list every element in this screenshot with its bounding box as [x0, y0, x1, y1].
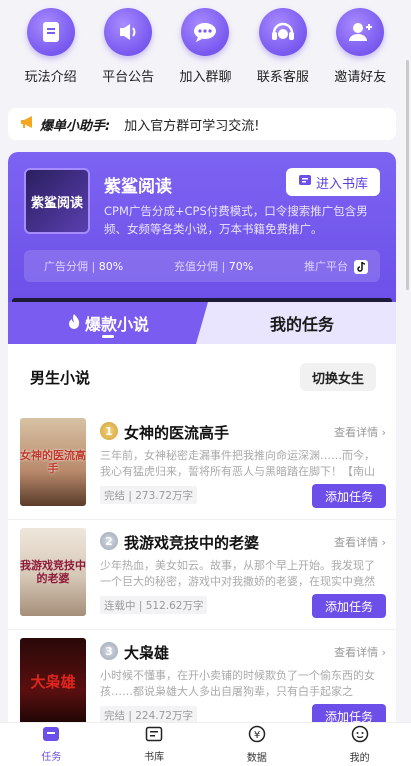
- task-icon: [42, 726, 60, 745]
- add-task-button[interactable]: 添加任务: [312, 594, 386, 618]
- book-title: 大枭雄: [124, 644, 170, 662]
- speaker-icon: [104, 8, 153, 56]
- view-details-link[interactable]: 查看详情 ›: [334, 644, 386, 660]
- shortcut-bar: 玩法介绍 平台公告 加入群聊 联系客服 邀请好友: [0, 0, 411, 100]
- list-header: 男生小说 切换女生: [8, 344, 396, 410]
- scrollbar[interactable]: [406, 60, 409, 290]
- book-meta: 连载中 | 512.62万字: [100, 596, 208, 614]
- shortcut-announcement[interactable]: 平台公告: [93, 8, 163, 100]
- book-icon: [298, 174, 312, 190]
- recharge-commission: 充值分佣 | 70%: [174, 260, 254, 273]
- commission-stats: 广告分佣 | 80% 充值分佣 | 70% 推广平台: [24, 250, 380, 282]
- shortcut-invite-friends[interactable]: 邀请好友: [325, 8, 395, 100]
- nav-data-label: 数据: [246, 753, 267, 764]
- switch-gender-button[interactable]: 切换女生: [299, 363, 376, 391]
- book-cover: 女神的医流高手: [20, 418, 86, 506]
- shortcut-label: 加入群聊: [179, 70, 232, 85]
- list-item[interactable]: 大枭雄 3 大枭雄 查看详情 › 小时候不懂事，在开小卖铺的时候欺负了一个偷东西…: [8, 630, 396, 722]
- bottom-navigation: 任务 书库 ¥ 数据 我的: [0, 722, 411, 766]
- shortcut-label: 邀请好友: [334, 70, 387, 85]
- nav-library[interactable]: 书库: [103, 723, 206, 766]
- data-yen-icon: ¥: [248, 725, 266, 746]
- enter-library-label: 进入书库: [315, 176, 368, 192]
- novel-list: 男生小说 切换女生 女神的医流高手 1 女神的医流高手 查看详情 › 三年前，女…: [8, 344, 396, 722]
- book-meta: 完结 | 273.72万字: [100, 486, 197, 504]
- shortcut-gameplay[interactable]: 玩法介绍: [16, 8, 86, 100]
- library-icon: [145, 726, 163, 745]
- book-description: 少年热血，美女如云。故事，从那个早上开始。我发现了一个巨大的秘密，游戏中对我撒娇…: [100, 559, 375, 588]
- rank-medal-icon: 2: [100, 532, 118, 550]
- ad-commission: 广告分佣 | 80%: [44, 260, 124, 273]
- shortcut-label: 平台公告: [102, 70, 155, 85]
- list-title: 男生小说: [30, 368, 91, 387]
- nav-tasks-label: 任务: [41, 752, 62, 763]
- notice-bar[interactable]: 爆单小助手: 加入官方群可学习交流!: [8, 108, 396, 140]
- tab-hot-novels-label: 爆款小说: [84, 315, 149, 334]
- app-description: CPM广告分成+CPS付费模式，口令搜索推广包含男频、女频等各类小说，万本书籍免…: [104, 204, 368, 236]
- profile-icon: [351, 725, 369, 746]
- shortcut-customer-service[interactable]: 联系客服: [248, 8, 318, 100]
- view-details-link[interactable]: 查看详情 ›: [334, 534, 386, 550]
- tiktok-icon: [354, 260, 368, 274]
- svg-text:¥: ¥: [254, 730, 260, 741]
- add-task-button[interactable]: 添加任务: [312, 704, 386, 722]
- nav-profile[interactable]: 我的: [308, 723, 411, 766]
- notice-message: 加入官方群可学习交流!: [124, 118, 260, 134]
- book-meta: 完结 | 224.72万字: [100, 706, 197, 722]
- promo-platform: 推广平台: [304, 258, 368, 274]
- enter-library-button[interactable]: 进入书库: [286, 168, 380, 196]
- rank-medal-icon: 1: [100, 422, 118, 440]
- notice-tag: 爆单小助手:: [40, 118, 111, 134]
- list-item[interactable]: 我游戏竞技中的老婆 2 我游戏竞技中的老婆 查看详情 › 少年热血，美女如云。故…: [8, 520, 396, 630]
- book-cover: 我游戏竞技中的老婆: [20, 528, 86, 616]
- shortcut-label: 玩法介绍: [24, 70, 77, 85]
- nav-data[interactable]: ¥ 数据: [206, 723, 309, 766]
- app-name: 紫鲨阅读: [104, 177, 172, 197]
- shortcut-label: 联系客服: [256, 70, 309, 85]
- rank-medal-icon: 3: [100, 642, 118, 660]
- list-item[interactable]: 女神的医流高手 1 女神的医流高手 查看详情 › 三年前，女神秘密走漏事件把我推…: [8, 410, 396, 520]
- megaphone-icon: [20, 115, 36, 133]
- view-details-link[interactable]: 查看详情 ›: [334, 424, 386, 440]
- nav-library-label: 书库: [144, 752, 165, 763]
- bookmark-icon: [26, 8, 75, 56]
- headset-icon: [258, 8, 307, 56]
- app-card: 紫鲨阅读 紫鲨阅读 进入书库 CPM广告分成+CPS付费模式，口令搜索推广包含男…: [8, 152, 396, 312]
- chat-bubble-icon: [181, 8, 230, 56]
- add-user-icon: [336, 8, 385, 56]
- nav-tasks[interactable]: 任务: [0, 723, 103, 766]
- tab-bar: 爆款小说 我的任务: [8, 302, 396, 344]
- book-cover: 大枭雄: [20, 638, 86, 722]
- app-cover: 紫鲨阅读: [24, 168, 90, 234]
- book-description: 小时候不懂事，在开小卖铺的时候欺负了一个偷东西的女孩……都说枭雄大人多出自屠狗辈…: [100, 669, 375, 698]
- nav-profile-label: 我的: [349, 753, 370, 764]
- book-description: 三年前，女神秘密走漏事件把我推向命运深渊……而今，我心有猛虎归来，誓将所有恶人与…: [100, 449, 375, 478]
- flame-icon: [67, 313, 81, 333]
- shortcut-join-group[interactable]: 加入群聊: [170, 8, 240, 100]
- tab-my-tasks[interactable]: 我的任务: [208, 302, 396, 344]
- add-task-button[interactable]: 添加任务: [312, 484, 386, 508]
- book-title: 女神的医流高手: [124, 424, 230, 442]
- tab-hot-novels[interactable]: 爆款小说: [8, 302, 208, 344]
- book-title: 我游戏竞技中的老婆: [124, 534, 260, 552]
